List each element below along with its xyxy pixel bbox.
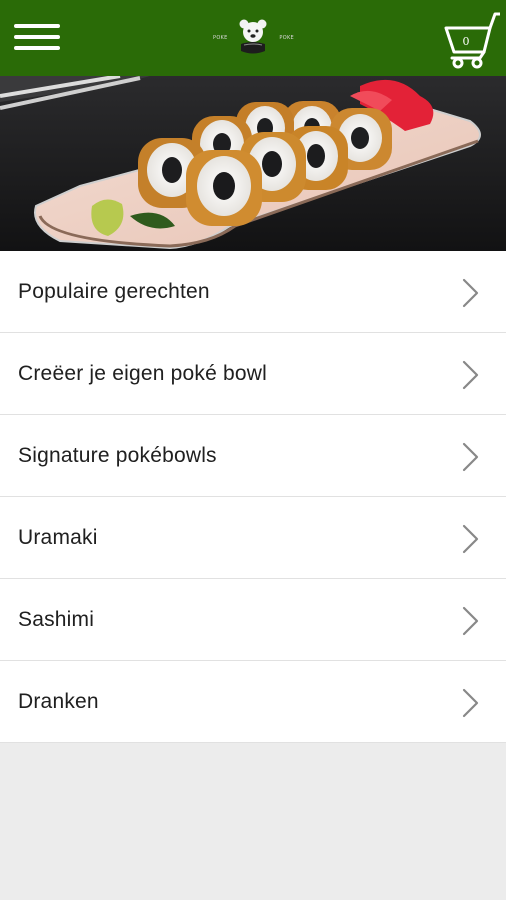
category-label: Uramaki — [18, 526, 98, 549]
category-item-dranken[interactable]: Dranken — [0, 661, 506, 743]
hamburger-menu-icon[interactable] — [14, 20, 62, 54]
category-label: Sashimi — [18, 608, 95, 631]
chevron-right-icon — [462, 278, 479, 308]
category-item-creeer-je-eigen-poke-bowl[interactable]: Creëer je eigen poké bowl — [0, 333, 506, 415]
logo-word-left: POKE — [213, 35, 228, 41]
hero-image — [0, 76, 506, 251]
category-label: Dranken — [18, 690, 99, 713]
category-label: Creëer je eigen poké bowl — [18, 362, 267, 385]
category-item-populaire-gerechten[interactable]: Populaire gerechten — [0, 251, 506, 333]
bear-mascot-logo — [239, 19, 267, 54]
top-app-bar: POKE POKE 0 — [0, 0, 506, 76]
logo-word-right: POKE — [279, 35, 294, 41]
chevron-right-icon — [462, 606, 479, 636]
chevron-right-icon — [462, 524, 479, 554]
chevron-right-icon — [462, 360, 479, 390]
cart-count-badge: 0 — [462, 35, 470, 48]
chevron-right-icon — [462, 688, 479, 718]
category-item-sashimi[interactable]: Sashimi — [0, 579, 506, 661]
category-item-signature-pokebowls[interactable]: Signature pokébowls — [0, 415, 506, 497]
chevron-right-icon — [462, 442, 479, 472]
category-list: Populaire gerechten Creëer je eigen poké… — [0, 251, 506, 743]
sushi-plate-illustration — [0, 76, 506, 251]
cart-button[interactable]: 0 — [444, 12, 500, 70]
category-label: Signature pokébowls — [18, 444, 217, 467]
brand-logo[interactable]: POKE POKE — [210, 16, 296, 58]
category-item-uramaki[interactable]: Uramaki — [0, 497, 506, 579]
category-label: Populaire gerechten — [18, 280, 210, 303]
